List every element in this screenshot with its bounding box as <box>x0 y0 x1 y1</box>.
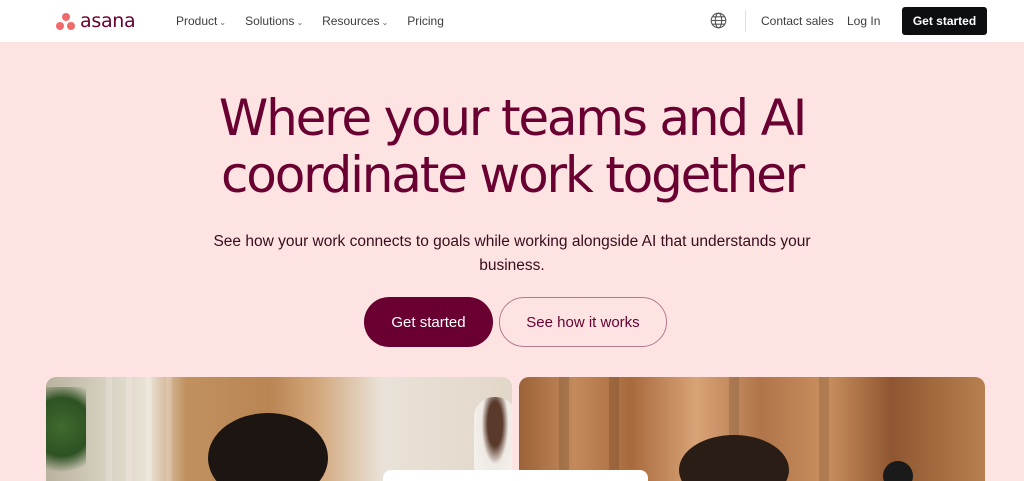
hero-subtitle: See how your work connects to goals whil… <box>213 233 811 274</box>
hero-title: Where your teams and AI coordinate work … <box>0 90 1024 204</box>
globe-icon[interactable] <box>710 12 727 29</box>
asana-logo-icon <box>56 12 75 30</box>
nav-resources[interactable]: Resources ⌄ <box>322 14 388 28</box>
main-nav: Product ⌄ Solutions ⌄ Resources ⌄ Pricin… <box>176 0 463 42</box>
person-hair-shape <box>679 435 789 481</box>
nav-pricing[interactable]: Pricing <box>407 14 444 28</box>
contact-sales-link[interactable]: Contact sales <box>761 14 834 28</box>
hero-title-line1: Where your teams and AI <box>218 89 807 147</box>
hero-get-started-button[interactable]: Get started <box>364 297 493 347</box>
person-hair-shape <box>208 413 328 481</box>
header-get-started-button[interactable]: Get started <box>902 7 987 35</box>
dark-object-shape <box>883 461 913 481</box>
nav-pricing-label: Pricing <box>407 14 444 28</box>
chevron-down-icon: ⌄ <box>381 17 389 27</box>
nav-product-label: Product <box>176 14 218 28</box>
hero-title-line2: coordinate work together <box>221 146 805 204</box>
chevron-down-icon: ⌄ <box>296 17 304 27</box>
nav-solutions[interactable]: Solutions ⌄ <box>245 14 303 28</box>
overlay-card <box>383 470 648 481</box>
plant-graphic <box>46 387 86 481</box>
log-in-link[interactable]: Log In <box>847 14 880 28</box>
header-divider <box>745 10 746 32</box>
hero-photo-right <box>519 377 985 481</box>
top-nav-bar: asana Product ⌄ Solutions ⌄ Resources ⌄ … <box>0 0 1024 42</box>
chevron-down-icon: ⌄ <box>219 17 227 27</box>
see-how-it-works-button[interactable]: See how it works <box>499 297 667 347</box>
nav-resources-label: Resources <box>322 14 380 28</box>
nav-product[interactable]: Product ⌄ <box>176 14 226 28</box>
hero-photo-left <box>46 377 512 481</box>
nav-solutions-label: Solutions <box>245 14 295 28</box>
logo-text: asana <box>80 9 136 32</box>
asana-logo[interactable]: asana <box>56 9 136 32</box>
background-person-shape <box>474 397 512 481</box>
